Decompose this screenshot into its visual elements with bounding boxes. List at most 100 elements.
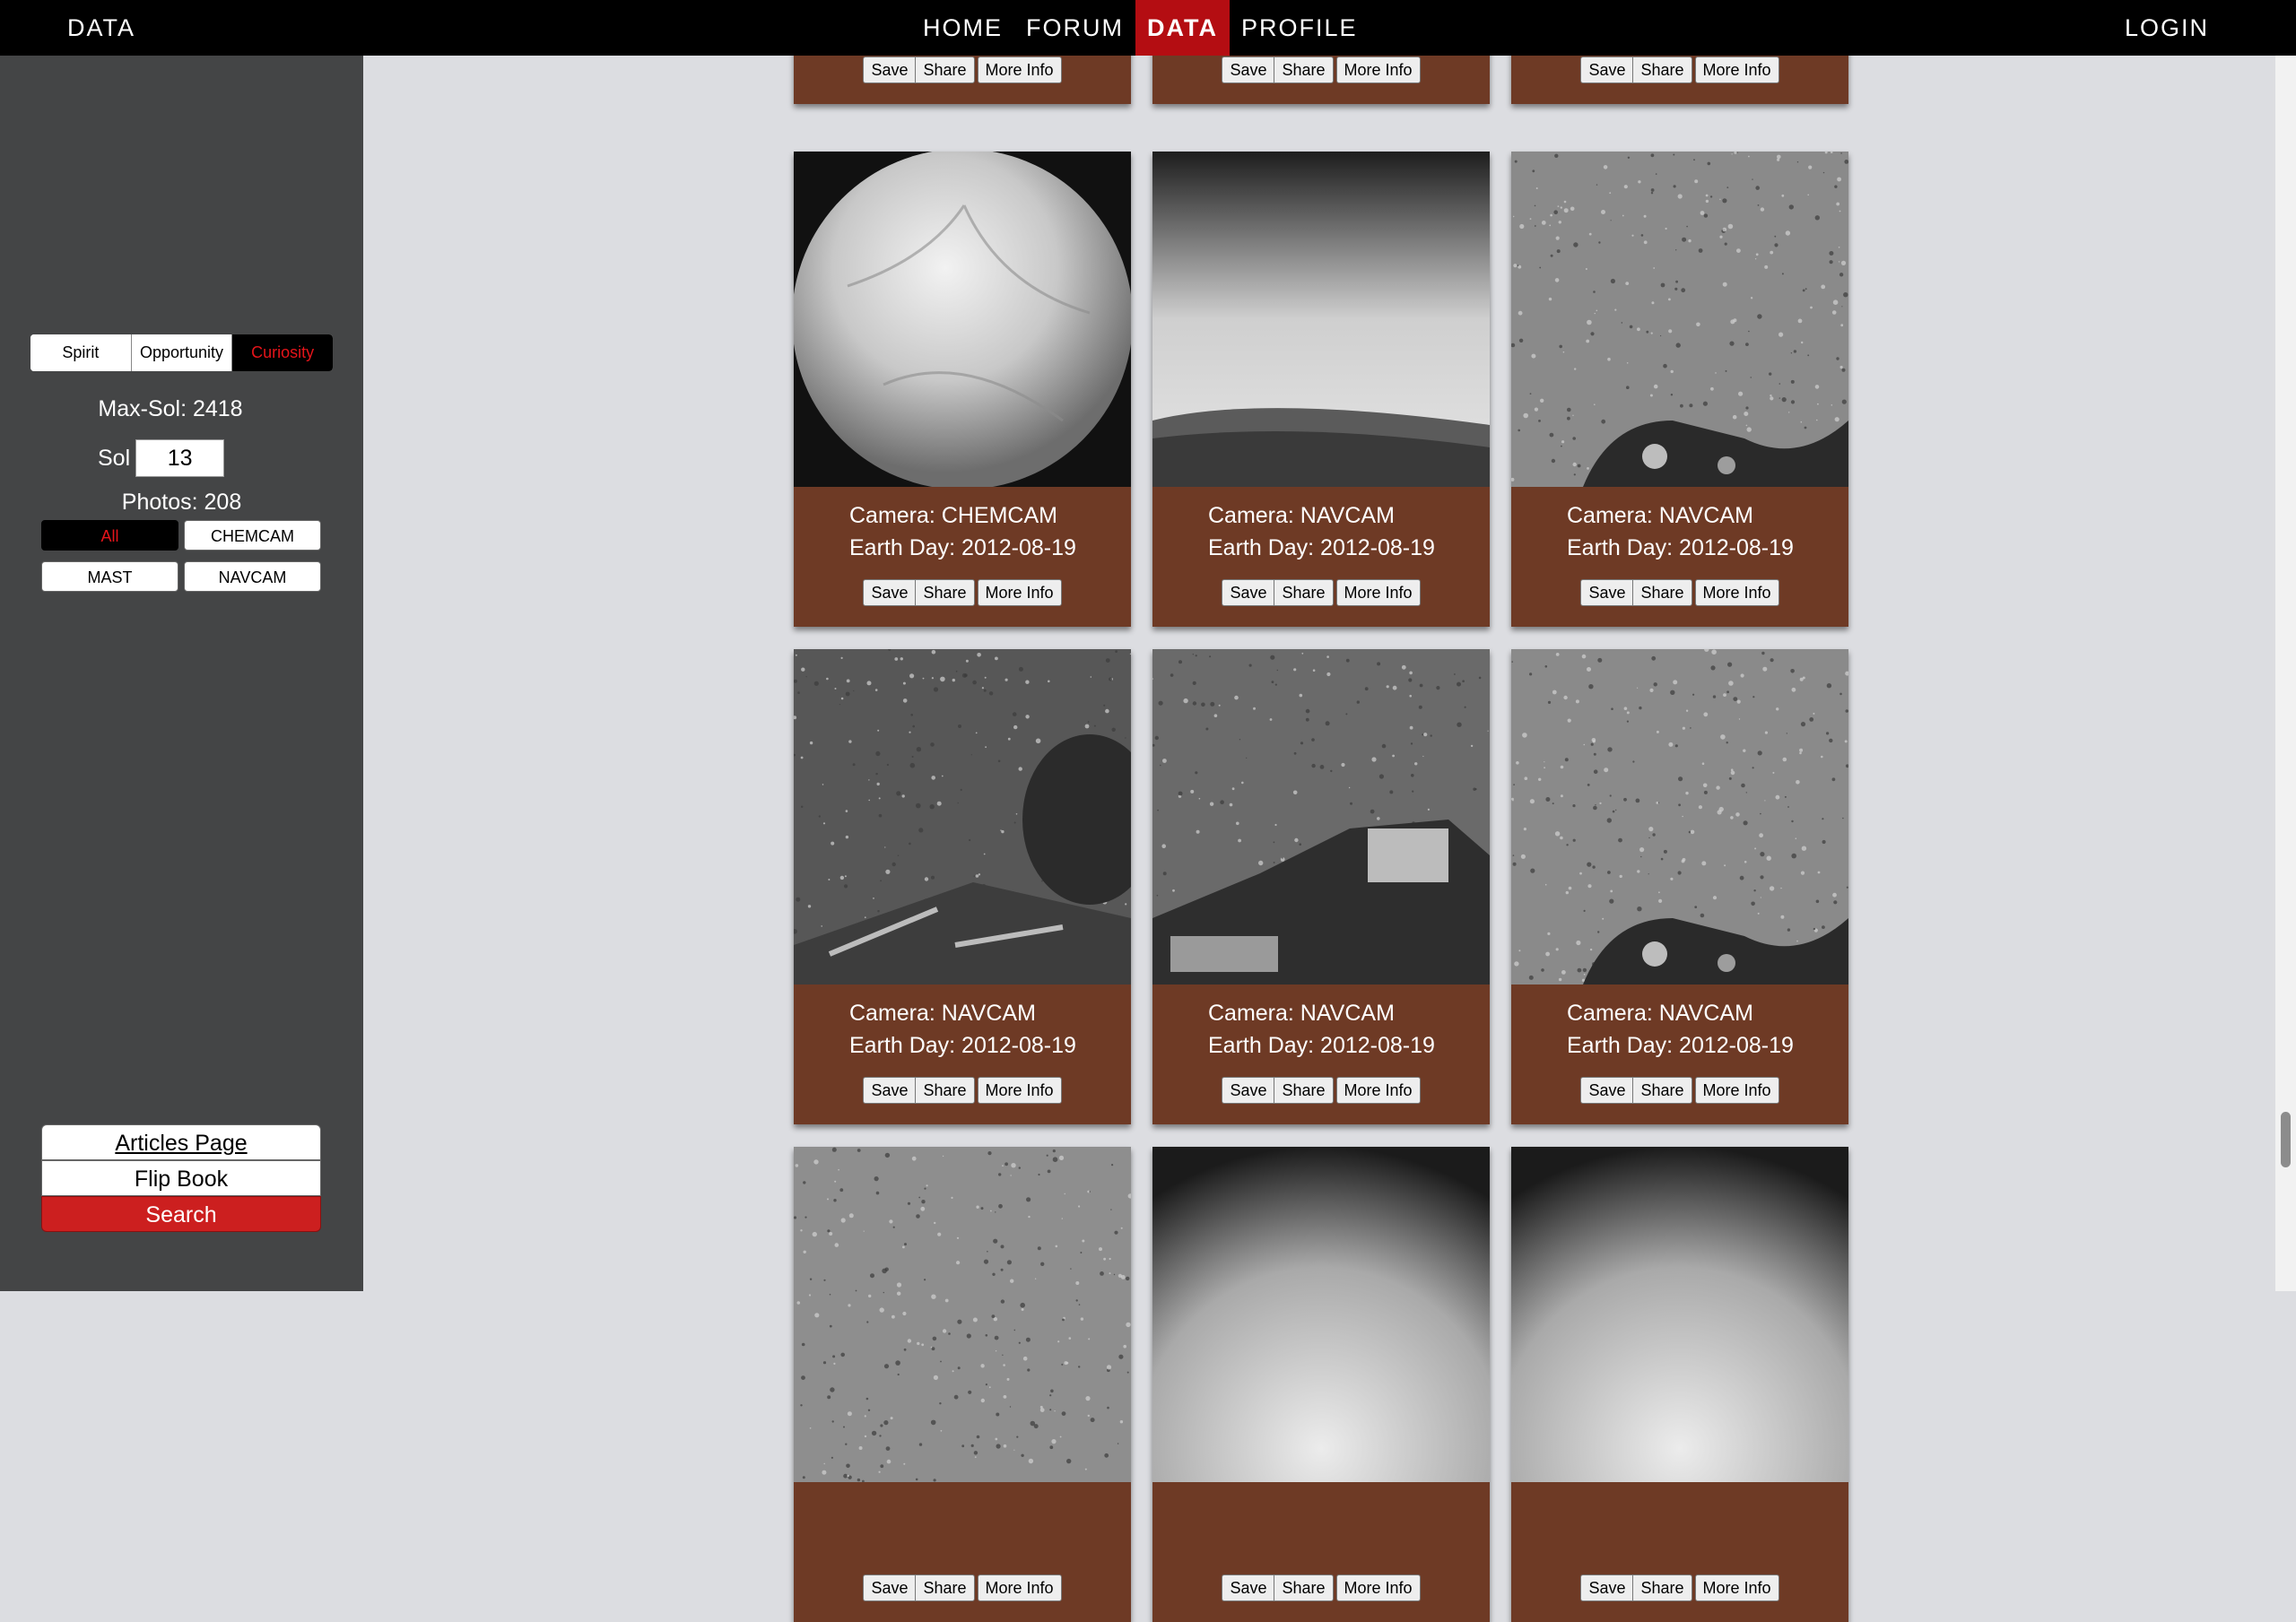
share-button[interactable]: Share bbox=[1274, 1077, 1334, 1104]
card-actions: Save Share More Info bbox=[1511, 579, 1848, 606]
share-button[interactable]: Share bbox=[915, 1574, 975, 1601]
sol-row: Sol bbox=[98, 439, 225, 477]
card-actions: Save Share More Info bbox=[794, 1077, 1131, 1104]
rover-photo[interactable] bbox=[1511, 649, 1848, 984]
page-scrollbar[interactable] bbox=[2275, 56, 2296, 1291]
save-button[interactable]: Save bbox=[863, 1574, 916, 1601]
camera-label: Camera: NAVCAM bbox=[1208, 1001, 1395, 1026]
card-actions: Save Share More Info bbox=[1511, 1574, 1848, 1601]
photo-info: Camera: CHEMCAM Earth Day: 2012-08-19 Save… bbox=[794, 487, 1131, 627]
scrollbar-thumb[interactable] bbox=[2281, 1112, 2291, 1167]
photo-info: Save Share More Info bbox=[1511, 1482, 1848, 1622]
save-button[interactable]: Save bbox=[1580, 579, 1633, 606]
more-info-button[interactable]: More Info bbox=[977, 1077, 1062, 1104]
photo-info: Camera: NAVCAM Earth Day: 2012-08-19 Save S… bbox=[794, 984, 1131, 1124]
card-actions: Save Share More Info bbox=[1152, 579, 1490, 606]
search-button[interactable]: Search bbox=[41, 1196, 321, 1232]
camera-label: Camera: NAVCAM bbox=[1567, 503, 1753, 528]
photo-info: Save Share More Info bbox=[794, 1482, 1131, 1622]
more-info-button[interactable]: More Info bbox=[1694, 1574, 1779, 1601]
flip-book-button[interactable]: Flip Book bbox=[41, 1160, 321, 1196]
save-button[interactable]: Save bbox=[863, 579, 916, 606]
sol-label: Sol bbox=[98, 445, 131, 471]
photo-card: Save Share More Info bbox=[1152, 1147, 1490, 1622]
filter-sidebar: Spirit Opportunity Curiosity Max-Sol: 24… bbox=[0, 56, 363, 1291]
more-info-button[interactable]: More Info bbox=[977, 56, 1062, 83]
more-info-button[interactable]: More Info bbox=[1335, 1077, 1421, 1104]
photo-card: Camera: CHEMCAM Earth Day: 2012-08-19 Save… bbox=[794, 152, 1131, 627]
save-button[interactable]: Save bbox=[1222, 1077, 1274, 1104]
more-info-button[interactable]: More Info bbox=[1335, 579, 1421, 606]
card-actions: Save Share More Info bbox=[1511, 56, 1848, 83]
rover-photo[interactable] bbox=[794, 152, 1131, 487]
share-button[interactable]: Share bbox=[915, 579, 975, 606]
camera-filter-all[interactable]: All bbox=[41, 520, 178, 551]
save-button[interactable]: Save bbox=[863, 56, 916, 83]
articles-page-link[interactable]: Articles Page bbox=[41, 1124, 321, 1160]
more-info-button[interactable]: More Info bbox=[977, 1574, 1062, 1601]
rover-tab-spirit[interactable]: Spirit bbox=[30, 334, 132, 371]
save-button[interactable]: Save bbox=[1580, 1077, 1633, 1104]
photo-info: Camera: NAVCAM Earth Day: 2012-08-19 Save S… bbox=[1511, 487, 1848, 627]
rover-tab-curiosity[interactable]: Curiosity bbox=[232, 334, 333, 371]
rover-photo[interactable] bbox=[1152, 152, 1490, 487]
earth-day-label: Earth Day: 2012-08-19 bbox=[1208, 1033, 1435, 1058]
rover-tab-opportunity[interactable]: Opportunity bbox=[131, 334, 233, 371]
photo-card: Camera: NAVCAM Earth Day: 2012-08-19 Save S… bbox=[1152, 152, 1490, 627]
rover-photo[interactable] bbox=[1152, 1147, 1490, 1482]
photo-card: Save Share More Info bbox=[794, 1147, 1131, 1622]
sidebar-links: Articles Page Flip Book Search bbox=[41, 1124, 321, 1232]
share-button[interactable]: Share bbox=[915, 1077, 975, 1104]
nav-item-profile[interactable]: PROFILE bbox=[1230, 0, 1370, 56]
nav-item-data[interactable]: DATA bbox=[1135, 0, 1230, 56]
rover-photo[interactable] bbox=[1511, 152, 1848, 487]
photo-info: Camera: NAVCAM Earth Day: 2012-08-19 Save S… bbox=[1511, 984, 1848, 1124]
more-info-button[interactable]: More Info bbox=[1694, 1077, 1779, 1104]
login-link[interactable]: LOGIN bbox=[2125, 0, 2209, 56]
nav-item-forum[interactable]: FORUM bbox=[1014, 0, 1135, 56]
rover-photo[interactable] bbox=[1152, 649, 1490, 984]
save-button[interactable]: Save bbox=[1580, 1574, 1633, 1601]
earth-day-label: Earth Day: 2012-08-19 bbox=[1208, 535, 1435, 560]
save-button[interactable]: Save bbox=[1222, 56, 1274, 83]
nav-item-home[interactable]: HOME bbox=[911, 0, 1014, 56]
photo-count: Photos: 208 bbox=[121, 490, 242, 515]
share-button[interactable]: Share bbox=[1632, 56, 1692, 83]
camera-filter-navcam[interactable]: NAVCAM bbox=[184, 561, 321, 592]
share-button[interactable]: Share bbox=[1632, 1574, 1692, 1601]
max-sol-text: Max-Sol: 2418 bbox=[98, 396, 243, 421]
camera-label: Camera: CHEMCAM bbox=[849, 503, 1057, 528]
share-button[interactable]: Share bbox=[1632, 579, 1692, 606]
more-info-button[interactable]: More Info bbox=[1694, 56, 1779, 83]
card-actions: Save Share More Info bbox=[1152, 1574, 1490, 1601]
rover-photo[interactable] bbox=[794, 649, 1131, 984]
more-info-button[interactable]: More Info bbox=[1335, 56, 1421, 83]
share-button[interactable]: Share bbox=[1274, 56, 1334, 83]
more-info-button[interactable]: More Info bbox=[977, 579, 1062, 606]
rover-photo[interactable] bbox=[794, 1147, 1131, 1482]
rover-photo[interactable] bbox=[1511, 1147, 1848, 1482]
photo-card: Camera: NAVCAM Earth Day: 2012-08-19 Save S… bbox=[1152, 649, 1490, 1124]
share-button[interactable]: Share bbox=[915, 56, 975, 83]
photo-info: Save Share More Info bbox=[1152, 1482, 1490, 1622]
camera-label: Camera: NAVCAM bbox=[1208, 503, 1395, 528]
more-info-button[interactable]: More Info bbox=[1694, 579, 1779, 606]
sol-input[interactable] bbox=[135, 439, 225, 477]
earth-day-label: Earth Day: 2012-08-19 bbox=[849, 535, 1076, 560]
save-button[interactable]: Save bbox=[863, 1077, 916, 1104]
camera-filter-chemcam[interactable]: CHEMCAM bbox=[184, 520, 321, 551]
save-button[interactable]: Save bbox=[1580, 56, 1633, 83]
camera-filter-mast[interactable]: MAST bbox=[41, 561, 178, 592]
save-button[interactable]: Save bbox=[1222, 1574, 1274, 1601]
save-button[interactable]: Save bbox=[1222, 579, 1274, 606]
share-button[interactable]: Share bbox=[1274, 1574, 1334, 1601]
card-actions: Save Share More Info bbox=[1152, 56, 1490, 83]
share-button[interactable]: Share bbox=[1632, 1077, 1692, 1104]
share-button[interactable]: Share bbox=[1274, 579, 1334, 606]
photo-card: Save Share More Info bbox=[1511, 1147, 1848, 1622]
more-info-button[interactable]: More Info bbox=[1335, 1574, 1421, 1601]
brand-logo-text[interactable]: DATA bbox=[67, 0, 135, 56]
rover-selector: Spirit Opportunity Curiosity bbox=[30, 334, 333, 371]
card-actions: Save Share More Info bbox=[794, 579, 1131, 606]
main-nav: HOME FORUM DATA PROFILE bbox=[911, 0, 1370, 56]
